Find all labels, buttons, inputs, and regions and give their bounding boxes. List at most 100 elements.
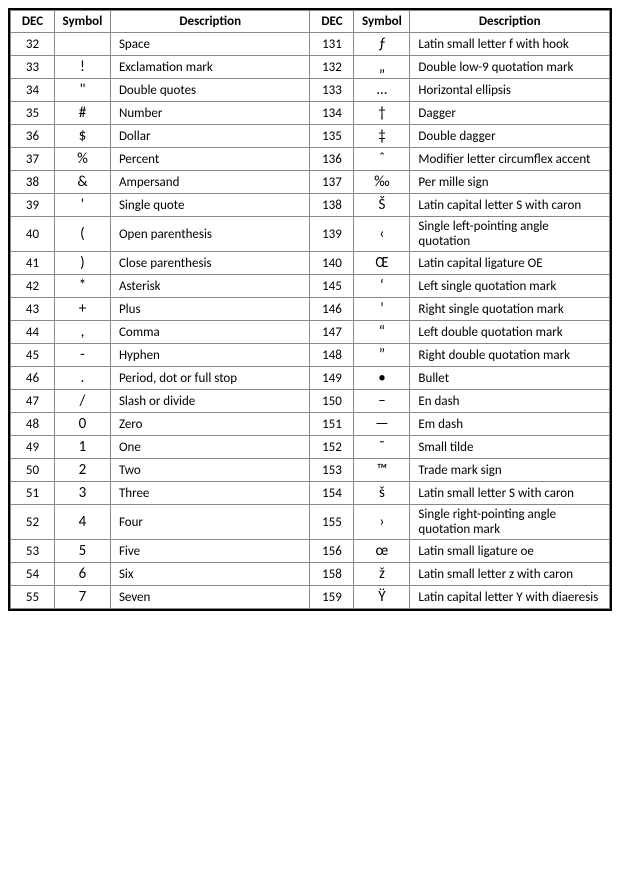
description-cell: Double dagger — [410, 125, 610, 148]
dec-cell: 138 — [310, 194, 354, 217]
symbol-cell: - — [54, 344, 110, 367]
description-cell: Asterisk — [110, 275, 310, 298]
dec-cell: 146 — [310, 298, 354, 321]
symbol-cell: › — [354, 505, 410, 540]
symbol-cell: — — [354, 413, 410, 436]
dec-cell: 45 — [11, 344, 55, 367]
description-cell: Number — [110, 102, 310, 125]
dec-cell: 137 — [310, 171, 354, 194]
dec-cell: 149 — [310, 367, 354, 390]
symbol-cell: ™ — [354, 459, 410, 482]
dec-cell: 132 — [310, 56, 354, 79]
symbol-cell — [54, 33, 110, 56]
symbol-cell: “ — [354, 321, 410, 344]
dec-cell: 131 — [310, 33, 354, 56]
symbol-cell: 3 — [54, 482, 110, 505]
dec-cell: 55 — [11, 586, 55, 609]
symbol-cell: ƒ — [354, 33, 410, 56]
dec-cell: 139 — [310, 217, 354, 252]
table-row: 40(Open parenthesis139‹Single left-point… — [11, 217, 610, 252]
description-cell: One — [110, 436, 310, 459]
table-row: 46.Period, dot or full stop149•Bullet — [11, 367, 610, 390]
symbol-cell: 6 — [54, 563, 110, 586]
symbol-cell: Š — [354, 194, 410, 217]
table-row: 36$Dollar135‡Double dagger — [11, 125, 610, 148]
description-cell: Double low-9 quotation mark — [410, 56, 610, 79]
symbol-cell: 0 — [54, 413, 110, 436]
table-row: 37%Percent136ˆModifier letter circumflex… — [11, 148, 610, 171]
dec-cell: 158 — [310, 563, 354, 586]
symbol-cell: • — [354, 367, 410, 390]
symbol-cell: – — [354, 390, 410, 413]
description-cell: Six — [110, 563, 310, 586]
description-cell: Dollar — [110, 125, 310, 148]
header-description-right: Description — [410, 11, 610, 33]
symbol-cell: ‹ — [354, 217, 410, 252]
description-cell: Latin capital letter Y with diaeresis — [410, 586, 610, 609]
symbol-cell: ž — [354, 563, 410, 586]
dec-cell: 39 — [11, 194, 55, 217]
table-row: 502Two153™Trade mark sign — [11, 459, 610, 482]
symbol-cell: . — [54, 367, 110, 390]
symbol-cell: ‡ — [354, 125, 410, 148]
description-cell: Horizontal ellipsis — [410, 79, 610, 102]
description-cell: En dash — [410, 390, 610, 413]
dec-cell: 48 — [11, 413, 55, 436]
table-row: 39'Single quote138ŠLatin capital letter … — [11, 194, 610, 217]
description-cell: Bullet — [410, 367, 610, 390]
description-cell: Latin small ligature oe — [410, 540, 610, 563]
table-row: 47/Slash or divide150–En dash — [11, 390, 610, 413]
dec-cell: 155 — [310, 505, 354, 540]
description-cell: Latin small letter z with caron — [410, 563, 610, 586]
description-cell: Period, dot or full stop — [110, 367, 310, 390]
table-row: 480Zero151—Em dash — [11, 413, 610, 436]
table-row: 491One152˜Small tilde — [11, 436, 610, 459]
description-cell: Slash or divide — [110, 390, 310, 413]
description-cell: Double quotes — [110, 79, 310, 102]
symbol-cell: ‰ — [354, 171, 410, 194]
table-row: 535Five156œLatin small ligature oe — [11, 540, 610, 563]
symbol-cell: Œ — [354, 252, 410, 275]
description-cell: Comma — [110, 321, 310, 344]
description-cell: Close parenthesis — [110, 252, 310, 275]
dec-cell: 42 — [11, 275, 55, 298]
symbol-cell: ) — [54, 252, 110, 275]
symbol-cell: 4 — [54, 505, 110, 540]
header-description-left: Description — [110, 11, 310, 33]
dec-cell: 37 — [11, 148, 55, 171]
symbol-cell: š — [354, 482, 410, 505]
symbol-cell: / — [54, 390, 110, 413]
dec-cell: 159 — [310, 586, 354, 609]
description-cell: Seven — [110, 586, 310, 609]
symbol-cell: œ — [354, 540, 410, 563]
symbol-cell: # — [54, 102, 110, 125]
dec-cell: 147 — [310, 321, 354, 344]
description-cell: Latin small letter f with hook — [410, 33, 610, 56]
description-cell: Single right-pointing angle quotation ma… — [410, 505, 610, 540]
dec-cell: 41 — [11, 252, 55, 275]
symbol-cell: , — [54, 321, 110, 344]
table-row: 557Seven159ŸLatin capital letter Y with … — [11, 586, 610, 609]
table-row: 34"Double quotes133…Horizontal ellipsis — [11, 79, 610, 102]
description-cell: Hyphen — [110, 344, 310, 367]
dec-cell: 50 — [11, 459, 55, 482]
description-cell: Four — [110, 505, 310, 540]
dec-cell: 47 — [11, 390, 55, 413]
description-cell: Exclamation mark — [110, 56, 310, 79]
dec-cell: 51 — [11, 482, 55, 505]
symbol-cell: 5 — [54, 540, 110, 563]
description-cell: Latin capital letter S with caron — [410, 194, 610, 217]
dec-cell: 53 — [11, 540, 55, 563]
dec-cell: 150 — [310, 390, 354, 413]
description-cell: Plus — [110, 298, 310, 321]
description-cell: Three — [110, 482, 310, 505]
symbol-cell: + — [54, 298, 110, 321]
description-cell: Right single quotation mark — [410, 298, 610, 321]
table-row: 44,Comma147“Left double quotation mark — [11, 321, 610, 344]
description-cell: Two — [110, 459, 310, 482]
description-cell: Trade mark sign — [410, 459, 610, 482]
symbol-cell: & — [54, 171, 110, 194]
dec-cell: 46 — [11, 367, 55, 390]
symbol-cell: ‘ — [354, 275, 410, 298]
dec-cell: 52 — [11, 505, 55, 540]
